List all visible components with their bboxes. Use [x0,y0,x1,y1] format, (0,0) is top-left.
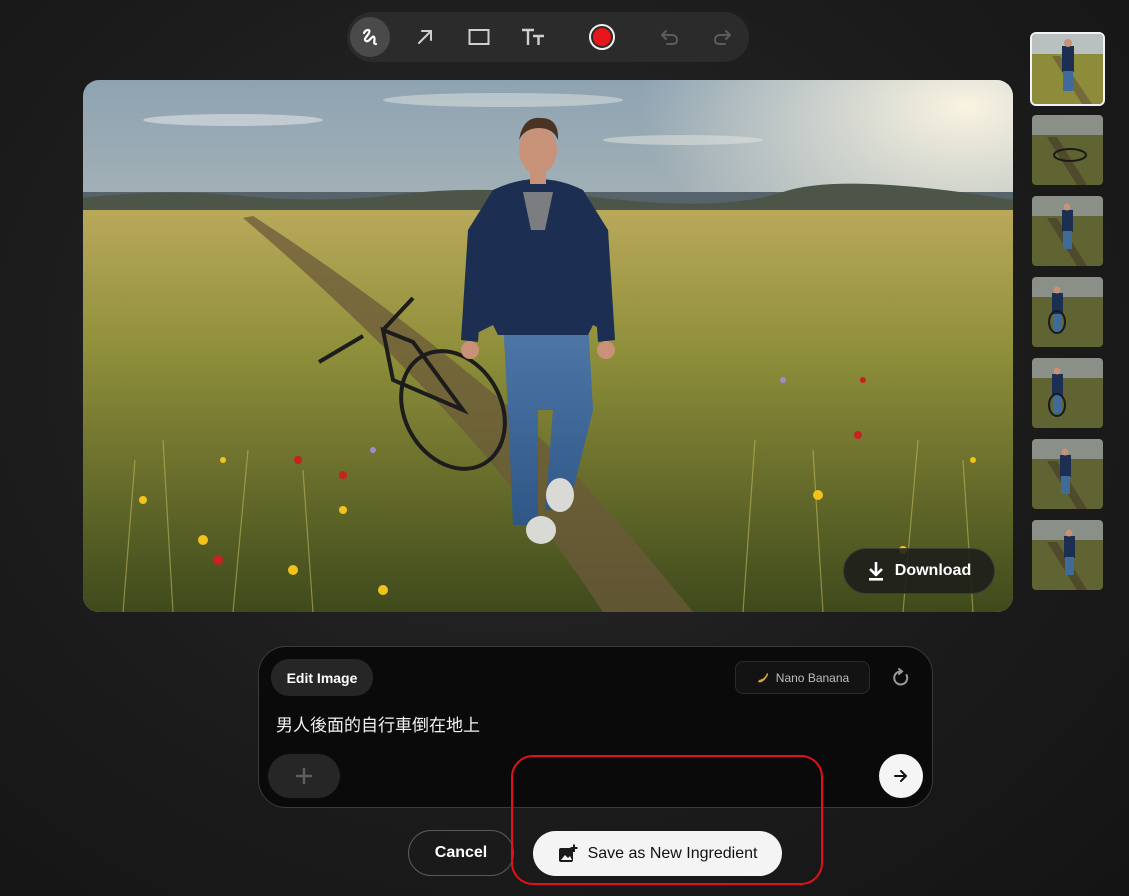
freehand-draw-tool[interactable] [350,17,390,57]
image-preview: Download [83,80,1013,612]
field-scene-image [83,80,1013,612]
edit-image-mode-chip[interactable]: Edit Image [271,659,373,696]
download-icon [868,562,883,581]
add-attachment-button[interactable] [268,754,340,798]
prompt-input[interactable]: 男人後面的自行車倒在地上 [276,711,480,736]
edit-image-label: Edit Image [286,669,358,686]
rectangle-icon [468,29,490,45]
thumbnail-image [1032,34,1103,104]
annotation-toolbar [347,12,749,62]
thumbnail-4[interactable] [1032,277,1103,347]
thumbnail-image [1032,520,1103,590]
thumbnail-3[interactable] [1032,196,1103,266]
add-image-icon [558,844,578,862]
scribble-icon [362,28,378,46]
undo-icon [660,30,679,45]
redo-icon [713,30,732,45]
arrow-right-icon [894,770,908,782]
download-label: Download [894,562,972,579]
model-label: Nano Banana [775,670,850,685]
save-as-new-ingredient-button[interactable]: Save as New Ingredient [533,831,782,876]
thumbnail-image [1032,439,1103,509]
redo-button[interactable] [703,17,743,57]
rectangle-tool[interactable] [459,17,499,57]
thumbnail-5[interactable] [1032,358,1103,428]
text-tool[interactable] [513,17,553,57]
thumbnail-image [1032,358,1103,428]
prompt-panel: Edit Image Nano Banana 男人後面的自行車倒在地上 [258,646,933,808]
thumbnail-image [1032,277,1103,347]
thumbnail-image [1032,115,1103,185]
plus-icon [296,768,312,784]
banana-icon [757,672,768,682]
thumbnail-2[interactable] [1032,115,1103,185]
thumbnail-7[interactable] [1032,520,1103,590]
model-selector[interactable]: Nano Banana [735,661,870,694]
refresh-button[interactable] [887,664,915,692]
cancel-button[interactable]: Cancel [408,830,514,876]
send-button[interactable] [879,754,923,798]
download-button[interactable]: Download [843,548,995,594]
color-dot-icon [589,24,615,50]
text-size-icon [522,28,544,45]
arrow-up-right-icon [418,30,432,44]
thumbnail-6[interactable] [1032,439,1103,509]
refresh-icon [893,668,909,686]
thumbnail-1[interactable] [1030,32,1105,106]
save-label: Save as New Ingredient [587,844,758,862]
undo-button[interactable] [649,17,689,57]
cancel-label: Cancel [434,844,488,861]
arrow-tool[interactable] [405,17,445,57]
thumbnail-image [1032,196,1103,266]
color-picker-tool[interactable] [582,17,622,57]
